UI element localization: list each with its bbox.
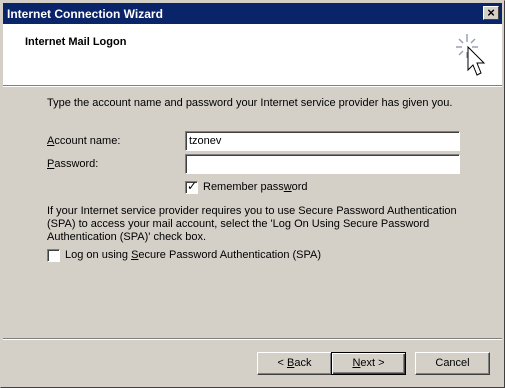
password-input[interactable]: [185, 154, 460, 174]
intro-text: Type the account name and password your …: [47, 97, 453, 109]
checkmark-icon: ✓: [187, 179, 198, 193]
next-button[interactable]: Next >: [331, 352, 406, 375]
close-button[interactable]: ×: [483, 5, 499, 20]
account-name-input[interactable]: [185, 131, 460, 151]
spa-description: If your Internet service provider requir…: [47, 205, 457, 243]
cancel-button[interactable]: Cancel: [415, 352, 490, 375]
page-title: Internet Mail Logon: [25, 36, 127, 48]
back-button[interactable]: < Back: [257, 352, 332, 375]
spa-checkbox-label[interactable]: Log on using Secure Password Authenticat…: [65, 249, 321, 262]
close-icon: ×: [487, 5, 495, 20]
window-title: Internet Connection Wizard: [7, 7, 163, 21]
wizard-cursor-icon: [456, 34, 486, 76]
spa-checkbox[interactable]: [47, 249, 60, 262]
wizard-window: Internet Connection Wizard × Internet Ma…: [0, 0, 505, 388]
wizard-header: Internet Mail Logon: [3, 24, 502, 85]
header-divider-highlight: [3, 86, 502, 87]
account-name-label: Account name:: [47, 135, 121, 147]
title-bar[interactable]: Internet Connection Wizard ×: [3, 3, 502, 24]
password-label: Password:: [47, 158, 99, 170]
remember-password-label[interactable]: Remember password: [203, 181, 308, 194]
remember-password-checkbox[interactable]: ✓: [185, 179, 198, 194]
footer-divider-highlight: [3, 339, 502, 340]
